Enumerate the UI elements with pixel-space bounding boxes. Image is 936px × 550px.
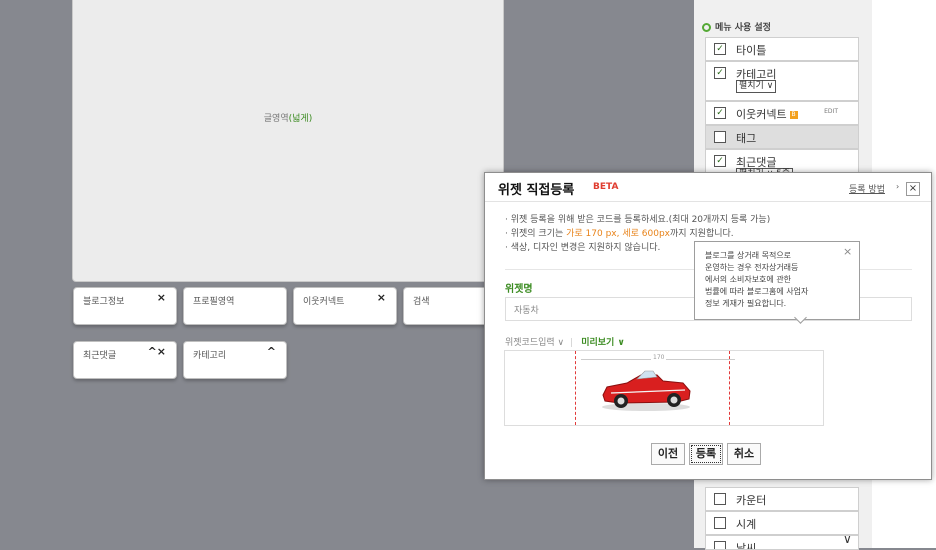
bullet-icon [702, 23, 711, 32]
widget-preview: 170 [504, 350, 824, 426]
code-tabs: 위젯코드입력 ∨ | 미리보기 ∨ [505, 338, 625, 348]
collapse-icon[interactable]: ^ [267, 345, 276, 358]
checkbox[interactable]: ✓ [714, 67, 726, 79]
widget-chip-neighbor-connect[interactable]: 이웃커넥트 × [293, 287, 397, 325]
widget-name-label: 위젯명 [505, 284, 533, 295]
menu-settings-title: 메뉴 사용 설정 [702, 20, 771, 33]
checkbox[interactable] [714, 493, 726, 505]
business-info-tooltip: 블로그를 상거래 목적으로 운영하는 경우 전자상거래등 에서의 소비자보호에 … [694, 241, 860, 320]
sidebar-item-neighbor-connect[interactable]: ✓ 이웃커넥트 B EDIT [705, 101, 859, 125]
scroll-down-icon[interactable]: ∨ [843, 532, 852, 546]
widget-chip-recent-comments[interactable]: 최근댓글 ^× [73, 341, 177, 379]
chevron-right-icon: › [896, 182, 900, 191]
sidebar-item-title[interactable]: ✓ 타이틀 [705, 37, 859, 61]
beta-badge-icon: B [789, 111, 798, 119]
cancel-button[interactable]: 취소 [727, 443, 761, 465]
sidebar-item-counter[interactable]: 카운터 [705, 487, 859, 511]
edit-link[interactable]: EDIT [824, 108, 838, 115]
tab-code-input[interactable]: 위젯코드입력 ∨ [505, 338, 564, 348]
tab-preview[interactable]: 미리보기 ∨ [581, 338, 625, 348]
checkbox[interactable]: ✓ [714, 43, 726, 55]
close-button[interactable]: × [906, 182, 920, 196]
width-guide-right [729, 351, 730, 425]
car-image-icon [602, 370, 691, 411]
close-icon[interactable]: × [377, 291, 386, 304]
help-link[interactable]: 등록 방법 [849, 182, 885, 195]
prev-button[interactable]: 이전 [651, 443, 685, 465]
close-icon[interactable]: × [843, 245, 852, 258]
sidebar-item-recent-comments[interactable]: ✓ 최근댓글 펼치기 ∨ 5줄 [705, 149, 859, 181]
checkbox[interactable] [714, 541, 726, 549]
sidebar-item-tag[interactable]: 태그 [705, 125, 859, 149]
widget-chip-blog-info[interactable]: 블로그정보 × [73, 287, 177, 325]
beta-badge: BETA [593, 182, 619, 192]
collapse-close-icon[interactable]: ^× [148, 345, 166, 358]
checkbox[interactable] [714, 131, 726, 143]
register-button[interactable]: 등록 [689, 443, 723, 465]
dialog-header: 위젯 직접등록 BETA 등록 방법 › × [485, 173, 931, 202]
checkbox[interactable]: ✓ [714, 107, 726, 119]
width-guide-left [575, 351, 576, 425]
widget-chip-profile[interactable]: 프로필영역 [183, 287, 287, 325]
checkbox[interactable]: ✓ [714, 155, 726, 167]
checkbox[interactable] [714, 517, 726, 529]
sidebar-item-category[interactable]: ✓ 카테고리 펼치기 ∨ [705, 61, 859, 101]
content-area-label: 글영역(넓게) [263, 114, 313, 124]
sidebar-item-clock[interactable]: 시계 [705, 511, 859, 535]
dialog-title: 위젯 직접등록 [498, 183, 575, 198]
content-area: 글영역(넓게) [72, 0, 504, 282]
widget-chip-category[interactable]: 카테고리 ^ [183, 341, 287, 379]
wide-link[interactable]: (넓게) [289, 114, 313, 124]
close-icon[interactable]: × [157, 291, 166, 304]
expand-select[interactable]: 펼치기 ∨ [736, 80, 777, 93]
dimension-label: 170 [651, 354, 667, 361]
widget-register-dialog: 위젯 직접등록 BETA 등록 방법 › × · 위젯 등록을 위해 받은 코드… [484, 172, 932, 480]
